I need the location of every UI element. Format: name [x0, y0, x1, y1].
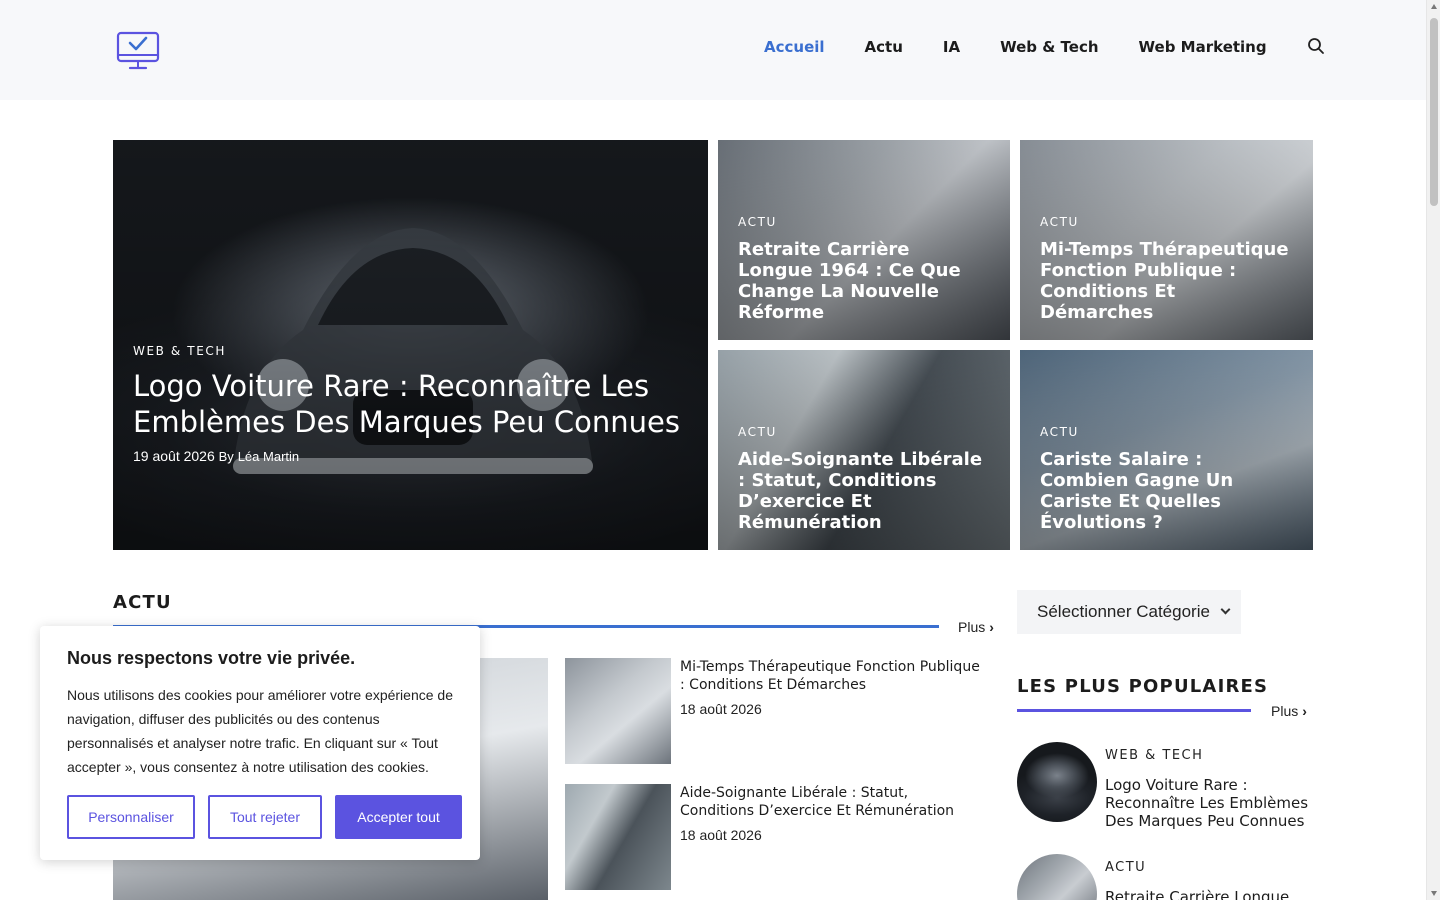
- card-category[interactable]: WEB & TECH: [133, 344, 688, 358]
- customize-button[interactable]: Personnaliser: [67, 795, 195, 839]
- card-category[interactable]: ACTU: [738, 215, 990, 229]
- popular-item-thumbnail[interactable]: [1017, 854, 1097, 900]
- post-author[interactable]: Léa Martin: [238, 449, 299, 464]
- cookie-title: Nous respectons votre vie privée.: [67, 648, 356, 668]
- list-item[interactable]: Aide-Soignante Libérale : Statut, Condit…: [565, 784, 985, 891]
- card-title[interactable]: Aide-Soignante Libérale : Statut, Condit…: [738, 449, 990, 533]
- cookie-text: Nous utilisons des cookies pour améliore…: [67, 687, 453, 775]
- list-item-date: 18 août 2026: [680, 827, 762, 843]
- hero-card-4[interactable]: ACTU Cariste Salaire : Combien Gagne Un …: [1020, 350, 1313, 550]
- section-title-actu: ACTU: [113, 592, 172, 613]
- card-category[interactable]: ACTU: [1040, 425, 1293, 439]
- nav-item-actu[interactable]: Actu: [865, 38, 903, 56]
- search-icon[interactable]: [1307, 37, 1325, 55]
- popular-item-category[interactable]: ACTU: [1105, 860, 1146, 875]
- card-title[interactable]: Retraite Carrière Longue 1964 : Ce Que C…: [738, 239, 990, 323]
- site-header: Accueil Actu IA Web & Tech Web Marketing: [0, 0, 1426, 100]
- section-divider: [1017, 709, 1251, 712]
- popular-item-title[interactable]: Retraite Carrière Longue: [1105, 888, 1315, 900]
- accept-all-button[interactable]: Accepter tout: [335, 795, 462, 839]
- card-title[interactable]: Mi-Temps Thérapeutique Fonction Publique…: [1040, 239, 1293, 323]
- list-item-title[interactable]: Aide-Soignante Libérale : Statut, Condit…: [680, 784, 980, 820]
- page-scrollbar[interactable]: [1426, 0, 1440, 900]
- popular-item-title[interactable]: Logo Voiture Rare : Reconnaître Les Embl…: [1105, 776, 1315, 830]
- card-meta: 19 août 2026 By Léa Martin: [133, 448, 688, 464]
- chevron-right-icon: ›: [1302, 703, 1307, 719]
- popular-item-category[interactable]: WEB & TECH: [1105, 748, 1203, 763]
- main-nav: Accueil Actu IA Web & Tech Web Marketing: [764, 38, 1325, 56]
- popular-more-link[interactable]: Plus ›: [1271, 703, 1307, 719]
- nav-item-ia[interactable]: IA: [943, 38, 960, 56]
- popular-item-thumbnail[interactable]: [1017, 742, 1097, 822]
- nav-item-web-tech[interactable]: Web & Tech: [1000, 38, 1098, 56]
- list-item-thumbnail[interactable]: [565, 784, 671, 890]
- reject-all-button[interactable]: Tout rejeter: [208, 795, 322, 839]
- scroll-down-icon[interactable]: [1431, 891, 1437, 896]
- post-by: By: [218, 449, 234, 464]
- actu-more-link[interactable]: Plus ›: [958, 619, 994, 635]
- category-select[interactable]: Sélectionner Catégorie: [1017, 590, 1241, 634]
- card-title[interactable]: Cariste Salaire : Combien Gagne Un Caris…: [1040, 449, 1293, 533]
- hero-main-card[interactable]: WEB & TECH Logo Voiture Rare : Reconnaît…: [113, 140, 708, 550]
- scroll-thumb[interactable]: [1430, 18, 1438, 206]
- scroll-up-icon[interactable]: [1431, 4, 1437, 9]
- popular-item[interactable]: ACTU Retraite Carrière Longue: [1017, 854, 1317, 900]
- chevron-down-icon: [1220, 604, 1231, 615]
- hero-card-3[interactable]: ACTU Aide-Soignante Libérale : Statut, C…: [718, 350, 1010, 550]
- monitor-check-icon[interactable]: [116, 31, 160, 71]
- chevron-right-icon: ›: [989, 619, 994, 635]
- list-item-title[interactable]: Mi-Temps Thérapeutique Fonction Publique…: [680, 658, 980, 694]
- nav-item-accueil[interactable]: Accueil: [764, 38, 825, 56]
- list-item[interactable]: Mi-Temps Thérapeutique Fonction Publique…: [565, 658, 985, 765]
- section-title-popular: LES PLUS POPULAIRES: [1017, 676, 1269, 697]
- nav-item-web-marketing[interactable]: Web Marketing: [1139, 38, 1267, 56]
- hero-card-2[interactable]: ACTU Mi-Temps Thérapeutique Fonction Pub…: [1020, 140, 1313, 340]
- cookie-consent-banner: Nous respectons votre vie privée. Nous u…: [40, 626, 480, 860]
- post-date: 19 août 2026: [133, 448, 215, 464]
- card-title[interactable]: Logo Voiture Rare : Reconnaître Les Embl…: [133, 368, 688, 440]
- list-item-thumbnail[interactable]: [565, 658, 671, 764]
- card-category[interactable]: ACTU: [738, 425, 990, 439]
- cookie-buttons: Personnaliser Tout rejeter Accepter tout: [67, 795, 462, 839]
- card-category[interactable]: ACTU: [1040, 215, 1293, 229]
- popular-item[interactable]: WEB & TECH Logo Voiture Rare : Reconnaît…: [1017, 742, 1317, 842]
- list-item-date: 18 août 2026: [680, 701, 762, 717]
- hero-card-1[interactable]: ACTU Retraite Carrière Longue 1964 : Ce …: [718, 140, 1010, 340]
